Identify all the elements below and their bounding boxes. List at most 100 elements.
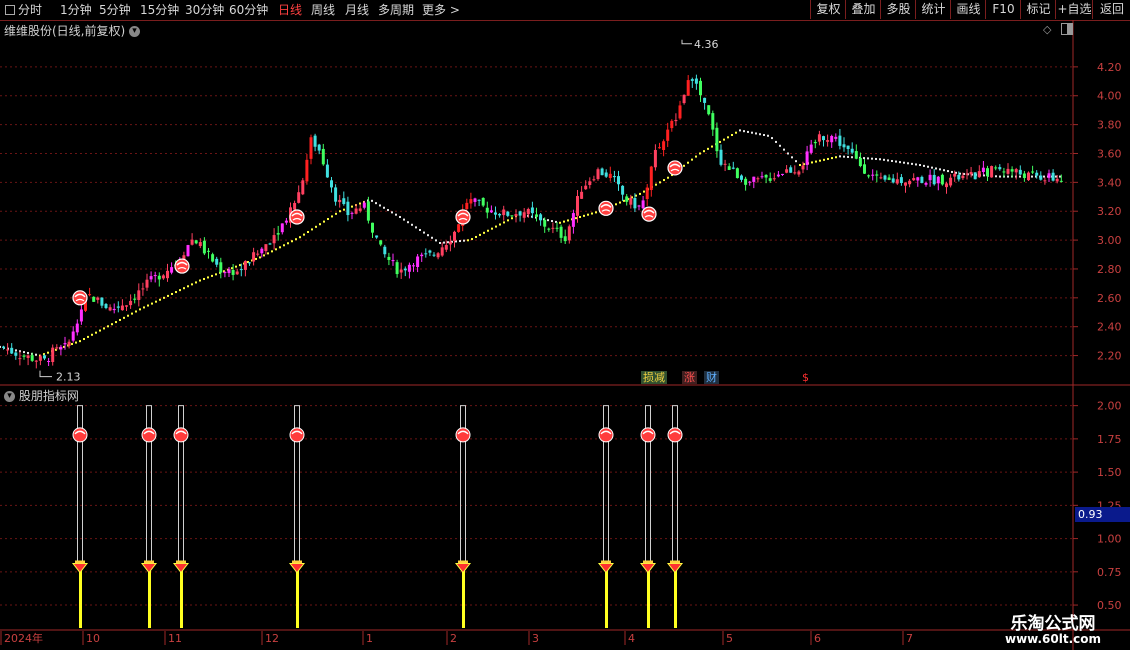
signal-bar <box>180 566 183 628</box>
gem-top <box>292 560 302 564</box>
ma-point <box>419 228 421 231</box>
price-tick-label: 3.20 <box>1097 205 1122 218</box>
signal-gem-icon <box>172 560 190 574</box>
ma-point <box>575 217 577 220</box>
ma-point <box>839 155 841 158</box>
ma-point <box>711 145 713 148</box>
ma-point <box>663 179 665 182</box>
candle-body <box>350 212 354 214</box>
price-tick-label: 4.00 <box>1097 90 1122 103</box>
chevron-down-icon[interactable]: ▾ <box>129 26 141 37</box>
ma-point <box>127 314 129 317</box>
candle-body <box>584 185 588 190</box>
candle-body <box>863 164 866 174</box>
candle-body <box>514 214 518 217</box>
candle-body <box>789 167 793 173</box>
candle-body <box>543 219 547 227</box>
ma-point <box>371 199 373 202</box>
candle-body <box>547 228 551 230</box>
candle-body <box>100 297 104 306</box>
candle-body <box>194 240 198 244</box>
candle-body <box>395 262 399 275</box>
candle-body <box>658 147 661 149</box>
main-chart-title-row: 维维股份(日线,前复权) ▾ <box>4 22 141 39</box>
ma-point <box>23 351 25 354</box>
ma-point <box>439 241 441 244</box>
candle-body <box>227 269 231 274</box>
signal-ball-icon <box>598 427 614 443</box>
news-icon-1[interactable]: 涨 <box>682 371 697 384</box>
marker-disc <box>598 200 614 216</box>
chart-canvas[interactable]: 4.20 4.00 3.80 3.60 3.40 3.20 3.00 2.80 2.60 2.40… <box>0 0 1130 650</box>
ma-point <box>463 239 465 242</box>
candle-body <box>141 288 145 290</box>
ma-point <box>867 157 869 160</box>
price-tick-label: 3.40 <box>1097 176 1122 189</box>
candle-body <box>961 175 965 179</box>
ma-point <box>467 239 469 242</box>
candle-body <box>822 136 825 141</box>
candle-body <box>973 172 977 180</box>
candle-body <box>752 176 756 182</box>
news-icon-2[interactable]: 财 <box>704 371 719 384</box>
ma-point <box>547 219 549 222</box>
ma-point <box>623 199 625 202</box>
ma-point <box>783 148 785 151</box>
candle-body <box>805 151 809 166</box>
diamond-icon[interactable]: ◇ <box>1043 23 1051 36</box>
candle-body <box>334 187 338 202</box>
ma-point <box>1007 175 1009 178</box>
candle-body <box>420 254 424 257</box>
candle-body <box>563 236 567 242</box>
gem-shape <box>71 563 89 574</box>
marker-disc <box>289 209 305 225</box>
chevron-down-icon[interactable]: ▾ <box>4 391 15 402</box>
candle-body <box>748 181 752 183</box>
ma-point <box>875 157 877 160</box>
ma-point <box>503 221 505 224</box>
candle-body <box>826 140 830 142</box>
signal-ball-icon <box>72 427 88 443</box>
candle-body <box>608 173 612 179</box>
candle-body <box>662 141 666 151</box>
news-icon-3[interactable]: $ <box>800 371 811 384</box>
candle-body <box>51 347 55 363</box>
date-label: 10 <box>86 632 100 645</box>
ma-point <box>579 215 581 218</box>
candle-body <box>416 256 420 268</box>
candle-body <box>649 166 653 191</box>
ma-point <box>303 233 305 236</box>
candlestick-series <box>2 74 1063 369</box>
candle-body <box>735 168 739 179</box>
panel-toggle-icon[interactable] <box>1061 23 1073 35</box>
candle-body <box>801 165 805 170</box>
candle-body <box>75 323 79 333</box>
candle-body <box>768 178 772 181</box>
ma-point <box>863 157 865 160</box>
candle-body <box>1006 168 1010 174</box>
candle-body <box>6 349 10 351</box>
news-icon-0[interactable]: 损减 <box>641 371 667 384</box>
candle-body <box>772 178 776 180</box>
signal-gem-icon <box>597 560 615 574</box>
ma-point <box>395 213 397 216</box>
signal-ball-icon <box>667 427 683 443</box>
ma-point <box>391 211 393 214</box>
ma-point <box>1043 175 1045 178</box>
candle-body <box>530 207 534 214</box>
ma-point <box>375 202 377 205</box>
ma-point <box>567 219 569 222</box>
ma-point <box>891 159 893 162</box>
candle-body <box>678 105 682 119</box>
candle-body <box>740 175 743 180</box>
ma-point <box>99 329 101 332</box>
ma-point <box>383 206 385 209</box>
ma-point <box>315 225 317 228</box>
candle-body <box>387 256 391 260</box>
ma-point <box>483 231 485 234</box>
candle-body <box>457 224 461 232</box>
ma-point <box>143 306 145 309</box>
candle-body <box>670 120 674 129</box>
ma-point <box>267 252 269 255</box>
ma-point <box>1059 175 1061 178</box>
